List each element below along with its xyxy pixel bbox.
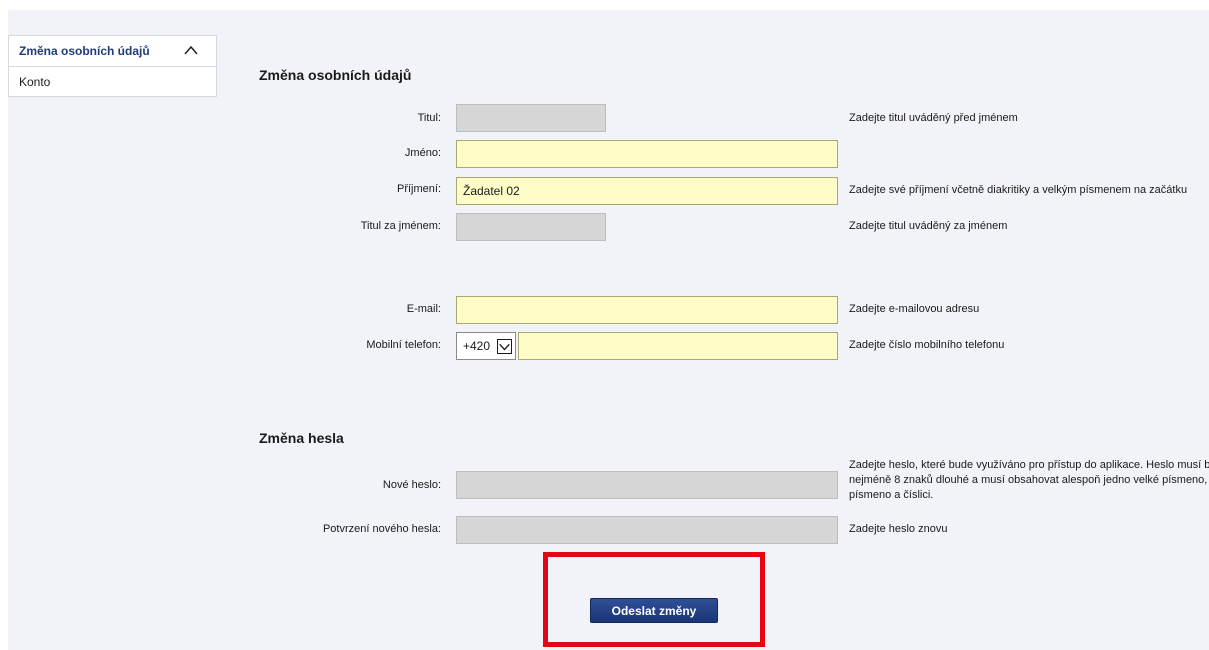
phone-prefix-value: +420 xyxy=(463,339,491,353)
titul-za-hint: Zadejte titul uváděný za jménem xyxy=(849,220,1008,232)
sidebar-item-konto[interactable]: Konto xyxy=(9,66,216,96)
confirm-password-label: Potvrzení nového hesla: xyxy=(322,523,441,535)
phone-input[interactable] xyxy=(519,333,837,359)
chevron-down-icon[interactable] xyxy=(497,339,512,354)
jmeno-field[interactable] xyxy=(456,140,838,168)
new-password-hint-line: písmeno a číslici. xyxy=(849,489,934,501)
submit-changes-button[interactable]: Odeslat změny xyxy=(590,598,718,623)
sidebar-item-zmena-udaju[interactable]: Změna osobních údajů xyxy=(9,36,216,66)
new-password-input[interactable] xyxy=(457,472,837,498)
titul-input[interactable] xyxy=(457,105,605,131)
titul-hint: Zadejte titul uváděný před jménem xyxy=(849,112,1018,124)
sidebar-item-label: Konto xyxy=(19,74,51,89)
prijmeni-field[interactable] xyxy=(456,177,838,205)
new-password-label: Nové heslo: xyxy=(382,479,441,491)
sidebar-item-label: Změna osobních údajů xyxy=(19,44,150,58)
phone-hint: Zadejte číslo mobilního telefonu xyxy=(849,339,1005,351)
chevron-up-icon[interactable] xyxy=(184,44,198,56)
phone-label: Mobilní telefon: xyxy=(366,339,441,351)
jmeno-label: Jméno: xyxy=(404,147,441,159)
section-title-password: Změna hesla xyxy=(259,430,344,446)
prijmeni-input[interactable] xyxy=(457,178,837,204)
new-password-field[interactable] xyxy=(456,471,838,499)
section-title-personal: Změna osobních údajů xyxy=(259,67,412,83)
titul-label: Titul: xyxy=(417,112,441,124)
prijmeni-hint: Zadejte své příjmení včetně diakritiky a… xyxy=(849,184,1188,196)
titul-za-label: Titul za jménem: xyxy=(360,220,441,232)
email-label: E-mail: xyxy=(406,303,441,315)
sidebar: Změna osobních údajů Konto xyxy=(8,35,217,97)
email-hint: Zadejte e-mailovou adresu xyxy=(849,303,980,315)
new-password-hint-line: Zadejte heslo, které bude využíváno pro … xyxy=(849,459,1209,471)
confirm-password-input[interactable] xyxy=(457,517,837,543)
email-field[interactable] xyxy=(456,296,838,324)
page-background xyxy=(8,10,1209,650)
titul-za-field[interactable] xyxy=(456,213,606,241)
jmeno-input[interactable] xyxy=(457,141,837,167)
confirm-password-field[interactable] xyxy=(456,516,838,544)
new-password-hint-line: nejméně 8 znaků dlouhé a musí obsahovat … xyxy=(849,474,1208,486)
email-input[interactable] xyxy=(457,297,837,323)
phone-prefix-select[interactable]: +420 xyxy=(456,332,516,360)
new-password-hint: Zadejte heslo, které bude využíváno pro … xyxy=(849,458,1209,503)
confirm-password-hint: Zadejte heslo znovu xyxy=(849,523,948,535)
phone-field[interactable] xyxy=(518,332,838,360)
prijmeni-label: Příjmení: xyxy=(396,183,441,195)
titul-za-input[interactable] xyxy=(457,214,605,240)
titul-field[interactable] xyxy=(456,104,606,132)
